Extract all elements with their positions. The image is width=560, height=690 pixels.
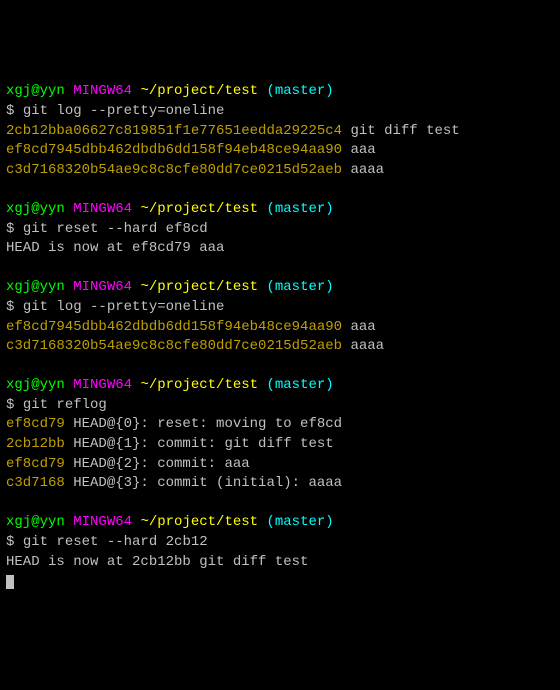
prompt-path: ~/project/test xyxy=(140,279,258,295)
output-line: HEAD is now at 2cb12bb git diff test xyxy=(6,553,554,573)
reflog-ref: HEAD@{0}: reset: moving to ef8cd xyxy=(73,416,342,432)
commit-message: aaaa xyxy=(350,338,384,354)
commit-hash: ef8cd7945dbb462dbdb6dd158f94eb48ce94aa90 xyxy=(6,142,342,158)
command-text: git log --pretty=oneline xyxy=(23,103,225,119)
blank-line xyxy=(6,357,554,377)
prompt-branch: (master) xyxy=(266,514,333,530)
prompt-user: xgj@yyn xyxy=(6,279,65,295)
prompt-symbol: $ xyxy=(6,534,14,550)
commit-message: aaa xyxy=(350,319,375,335)
prompt-user: xgj@yyn xyxy=(6,83,65,99)
prompt-shell: MINGW64 xyxy=(73,201,132,217)
reflog-line: 2cb12bb HEAD@{1}: commit: git diff test xyxy=(6,435,554,455)
reflog-line: ef8cd79 HEAD@{2}: commit: aaa xyxy=(6,455,554,475)
prompt-branch: (master) xyxy=(266,377,333,393)
commit-hash: ef8cd7945dbb462dbdb6dd158f94eb48ce94aa90 xyxy=(6,319,342,335)
commit-hash: c3d7168320b54ae9c8c8cfe80dd7ce0215d52aeb xyxy=(6,338,342,354)
prompt-line: xgj@yyn MINGW64 ~/project/test (master) xyxy=(6,278,554,298)
prompt-branch: (master) xyxy=(266,201,333,217)
prompt-shell: MINGW64 xyxy=(73,377,132,393)
cursor-icon xyxy=(6,575,14,589)
prompt-path: ~/project/test xyxy=(140,377,258,393)
output-line: HEAD is now at ef8cd79 aaa xyxy=(6,239,554,259)
prompt-branch: (master) xyxy=(266,83,333,99)
prompt-line: xgj@yyn MINGW64 ~/project/test (master) xyxy=(6,82,554,102)
prompt-branch: (master) xyxy=(266,279,333,295)
prompt-path: ~/project/test xyxy=(140,201,258,217)
command-line[interactable]: $ git reset --hard 2cb12 xyxy=(6,533,554,553)
command-text: git reflog xyxy=(23,397,107,413)
prompt-shell: MINGW64 xyxy=(73,514,132,530)
log-line: 2cb12bba06627c819851f1e77651eedda29225c4… xyxy=(6,122,554,142)
command-line[interactable]: $ git log --pretty=oneline xyxy=(6,102,554,122)
prompt-shell: MINGW64 xyxy=(73,279,132,295)
log-line: ef8cd7945dbb462dbdb6dd158f94eb48ce94aa90… xyxy=(6,141,554,161)
blank-line xyxy=(6,180,554,200)
prompt-line: xgj@yyn MINGW64 ~/project/test (master) xyxy=(6,376,554,396)
commit-hash: 2cb12bba06627c819851f1e77651eedda29225c4 xyxy=(6,123,342,139)
reflog-ref: HEAD@{2}: commit: aaa xyxy=(73,456,249,472)
commit-short-hash: ef8cd79 xyxy=(6,456,65,472)
prompt-user: xgj@yyn xyxy=(6,377,65,393)
command-line[interactable]: $ git reset --hard ef8cd xyxy=(6,220,554,240)
command-text: git log --pretty=oneline xyxy=(23,299,225,315)
commit-message: git diff test xyxy=(350,123,459,139)
blank-line xyxy=(6,494,554,514)
prompt-symbol: $ xyxy=(6,397,14,413)
prompt-shell: MINGW64 xyxy=(73,83,132,99)
prompt-path: ~/project/test xyxy=(140,514,258,530)
prompt-symbol: $ xyxy=(6,103,14,119)
log-line: c3d7168320b54ae9c8c8cfe80dd7ce0215d52aeb… xyxy=(6,161,554,181)
reflog-line: c3d7168 HEAD@{3}: commit (initial): aaaa xyxy=(6,474,554,494)
command-text: git reset --hard ef8cd xyxy=(23,221,208,237)
commit-message: aaa xyxy=(350,142,375,158)
prompt-user: xgj@yyn xyxy=(6,201,65,217)
prompt-line: xgj@yyn MINGW64 ~/project/test (master) xyxy=(6,513,554,533)
prompt-symbol: $ xyxy=(6,221,14,237)
commit-short-hash: 2cb12bb xyxy=(6,436,65,452)
cursor-line[interactable] xyxy=(6,572,554,592)
commit-message: aaaa xyxy=(350,162,384,178)
reflog-ref: HEAD@{3}: commit (initial): aaaa xyxy=(73,475,342,491)
commit-short-hash: c3d7168 xyxy=(6,475,65,491)
commit-hash: c3d7168320b54ae9c8c8cfe80dd7ce0215d52aeb xyxy=(6,162,342,178)
reflog-ref: HEAD@{1}: commit: git diff test xyxy=(73,436,333,452)
reflog-line: ef8cd79 HEAD@{0}: reset: moving to ef8cd xyxy=(6,415,554,435)
command-text: git reset --hard 2cb12 xyxy=(23,534,208,550)
prompt-line: xgj@yyn MINGW64 ~/project/test (master) xyxy=(6,200,554,220)
log-line: ef8cd7945dbb462dbdb6dd158f94eb48ce94aa90… xyxy=(6,318,554,338)
blank-line xyxy=(6,259,554,279)
prompt-symbol: $ xyxy=(6,299,14,315)
log-line: c3d7168320b54ae9c8c8cfe80dd7ce0215d52aeb… xyxy=(6,337,554,357)
terminal-window[interactable]: xgj@yyn MINGW64 ~/project/test (master)$… xyxy=(6,82,554,591)
prompt-user: xgj@yyn xyxy=(6,514,65,530)
command-line[interactable]: $ git log --pretty=oneline xyxy=(6,298,554,318)
command-line[interactable]: $ git reflog xyxy=(6,396,554,416)
prompt-path: ~/project/test xyxy=(140,83,258,99)
commit-short-hash: ef8cd79 xyxy=(6,416,65,432)
